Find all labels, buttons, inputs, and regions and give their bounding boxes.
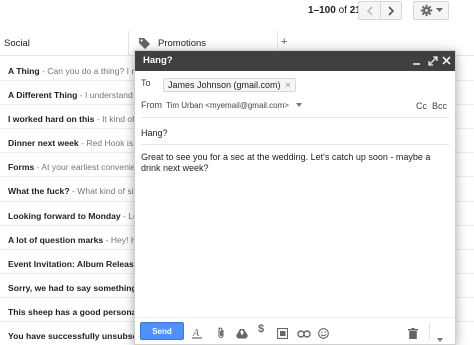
photo-button[interactable] <box>276 326 289 344</box>
drive-button[interactable] <box>236 326 248 344</box>
expand-icon <box>428 56 438 66</box>
compose-window: Hang? To James Johnson (gmail.com) ✕ From… <box>134 50 456 345</box>
email-subject: Looking forward to Monday <box>8 210 121 221</box>
email-subject: Event Invitation: Album Release Co <box>8 258 153 269</box>
dollar-icon: $ <box>258 323 265 335</box>
to-label: To <box>141 78 151 88</box>
text-format-icon: A <box>192 328 202 339</box>
email-subject: A lot of question marks <box>8 234 104 245</box>
minimize-button[interactable] <box>412 54 421 72</box>
cc-link[interactable]: Cc <box>416 101 427 111</box>
pager-range: 1–100 <box>308 5 336 16</box>
message-body[interactable]: Great to see you for a sec at the weddin… <box>141 152 446 174</box>
from-select[interactable]: Tim Urban <myemail@gmail.com> <box>166 101 289 110</box>
more-options-button[interactable] <box>437 329 443 345</box>
add-tab-button[interactable]: + <box>281 36 287 48</box>
remove-recipient-icon[interactable]: ✕ <box>285 81 292 90</box>
chevron-down-icon <box>435 8 443 12</box>
recipient-name: James Johnson (gmail.com) <box>168 80 281 90</box>
compose-toolbar: Send A $ <box>135 317 455 345</box>
discard-button[interactable] <box>408 326 418 344</box>
chevron-right-icon <box>388 5 395 16</box>
from-label: From <box>141 100 162 110</box>
email-snippet: - At your earliest convenience <box>34 162 150 173</box>
email-subject: Sorry, we had to say something <box>8 282 137 293</box>
chevron-down-icon[interactable] <box>296 103 302 107</box>
tab-social[interactable]: Social <box>4 31 30 56</box>
chevron-down-icon <box>437 338 443 342</box>
tag-icon <box>139 38 150 49</box>
minimize-icon <box>413 63 420 65</box>
email-subject: You have successfully unsubscrib <box>8 331 149 342</box>
close-icon <box>442 56 451 65</box>
gmail-page: 1–100 of 216 Social Promotions + A Thing… <box>0 0 474 345</box>
pager-bar: 1–100 of 216 <box>0 0 474 25</box>
svg-text:A: A <box>192 328 200 339</box>
link-icon <box>297 330 311 338</box>
toolbar-separator <box>429 323 430 339</box>
tab-promotions-label: Promotions <box>158 38 207 49</box>
email-subject: What the fuck? <box>8 186 70 197</box>
emoji-button[interactable] <box>318 326 329 344</box>
expand-button[interactable] <box>428 54 438 72</box>
attach-button[interactable] <box>217 326 225 344</box>
older-button[interactable] <box>380 1 402 20</box>
divider <box>141 144 449 145</box>
newer-button[interactable] <box>358 1 380 20</box>
close-button[interactable] <box>442 54 451 72</box>
link-button[interactable] <box>297 326 311 344</box>
divider <box>141 117 449 118</box>
email-snippet: - What kind of sick <box>69 186 143 197</box>
settings-button[interactable] <box>413 1 449 20</box>
email-subject: This sheep has a good personality <box>8 306 149 317</box>
email-subject: Forms <box>8 162 35 173</box>
email-subject: A Different Thing <box>8 90 78 101</box>
bcc-link[interactable]: Bcc <box>432 101 447 111</box>
email-subject: Dinner next week <box>8 138 79 149</box>
smiley-icon <box>318 328 329 339</box>
paperclip-icon <box>218 327 224 339</box>
email-subject: A Thing <box>8 66 40 76</box>
chevron-left-icon <box>366 5 373 16</box>
compose-title: Hang? <box>143 55 173 66</box>
pager-of: of <box>338 5 347 16</box>
drive-icon <box>236 329 248 339</box>
photo-icon <box>276 327 289 340</box>
money-button[interactable]: $ <box>258 323 264 335</box>
recipient-chip[interactable]: James Johnson (gmail.com) ✕ <box>163 78 297 92</box>
email-subject: I worked hard on this <box>8 114 95 125</box>
compose-header[interactable]: Hang? <box>135 51 455 71</box>
gear-icon <box>420 4 432 17</box>
formatting-button[interactable]: A <box>192 326 202 344</box>
trash-icon <box>408 328 418 339</box>
send-button[interactable]: Send <box>140 322 184 340</box>
subject-field[interactable]: Hang? <box>141 128 168 138</box>
